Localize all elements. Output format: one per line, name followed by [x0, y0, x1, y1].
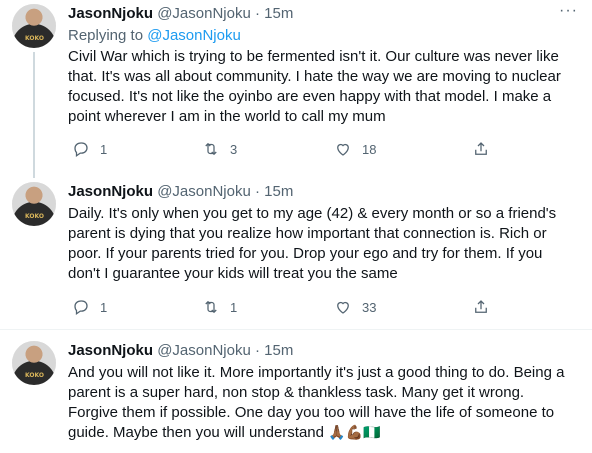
emoji-group: 🙏🏾💪🏾🇳🇬	[328, 425, 381, 441]
more-horizontal-icon[interactable]: ···	[559, 3, 578, 19]
reply-button[interactable]: 1	[72, 298, 107, 316]
avatar[interactable]: KOKO	[12, 182, 56, 226]
tweet-text: And you will not like it. More important…	[68, 363, 578, 443]
share-button[interactable]	[472, 298, 490, 316]
retweet-button[interactable]: 1	[202, 298, 237, 316]
replying-to-label: Replying to	[68, 27, 144, 44]
tweet-text: Daily. It's only when you get to my age …	[68, 205, 557, 282]
tweet-divider	[0, 329, 592, 330]
reply-button[interactable]: 1	[72, 140, 107, 158]
tweet-actions: 1 3 18	[68, 140, 538, 160]
avatar[interactable]: KOKO	[12, 4, 56, 48]
author-name[interactable]: JasonNjoku	[68, 5, 153, 22]
tweet-actions: 1 1 33	[68, 298, 538, 318]
tweet-header: JasonNjoku @JasonNjoku · 15m	[68, 182, 293, 202]
retweet-icon	[205, 300, 217, 314]
timestamp[interactable]: 15m	[264, 5, 293, 22]
like-count: 33	[362, 299, 377, 315]
tweet-text-body: And you will not like it. More important…	[68, 364, 565, 441]
author-handle[interactable]: @JasonNjoku	[157, 342, 251, 359]
like-button[interactable]: 18	[334, 140, 376, 158]
tweet-1[interactable]: KOKO JasonNjoku @JasonNjoku · 15m ··· Re…	[0, 0, 592, 170]
tweet-header: JasonNjoku @JasonNjoku · 15m	[68, 4, 293, 24]
reply-count: 1	[100, 141, 108, 157]
author-handle[interactable]: @JasonNjoku	[157, 183, 251, 200]
retweet-button[interactable]: 3	[202, 140, 237, 158]
tweet-thread: KOKO JasonNjoku @JasonNjoku · 15m ··· Re…	[0, 0, 592, 453]
retweet-icon	[205, 142, 217, 156]
like-count: 18	[362, 141, 377, 157]
retweet-count: 1	[230, 299, 238, 315]
thread-line	[33, 52, 35, 170]
thread-line	[33, 170, 35, 178]
timestamp[interactable]: 15m	[264, 342, 293, 359]
tweet-2[interactable]: KOKO JasonNjoku @JasonNjoku · 15m Daily.…	[0, 170, 592, 324]
share-button[interactable]	[472, 140, 490, 158]
tweet-3[interactable]: KOKO JasonNjoku @JasonNjoku · 15m And yo…	[0, 337, 592, 453]
author-handle[interactable]: @JasonNjoku	[157, 5, 251, 22]
avatar[interactable]: KOKO	[12, 341, 56, 385]
tweet-header: JasonNjoku @JasonNjoku · 15m	[68, 341, 293, 361]
share-icon	[475, 142, 487, 155]
like-icon	[337, 301, 349, 314]
reply-icon	[74, 300, 88, 315]
replying-to-mention[interactable]: @JasonNjoku	[147, 27, 241, 44]
reply-count: 1	[100, 299, 108, 315]
separator-dot: ·	[254, 183, 260, 200]
author-name[interactable]: JasonNjoku	[68, 183, 153, 200]
like-button[interactable]: 33	[334, 298, 376, 316]
share-icon	[475, 300, 487, 313]
reply-icon	[74, 142, 88, 157]
retweet-count: 3	[230, 141, 238, 157]
timestamp[interactable]: 15m	[264, 183, 293, 200]
author-name[interactable]: JasonNjoku	[68, 342, 153, 359]
replying-to: Replying to @JasonNjoku	[68, 26, 241, 46]
tweet-text: Civil War which is trying to be fermente…	[68, 48, 561, 125]
separator-dot: ·	[254, 5, 260, 22]
separator-dot: ·	[254, 342, 260, 359]
like-icon	[337, 143, 349, 156]
